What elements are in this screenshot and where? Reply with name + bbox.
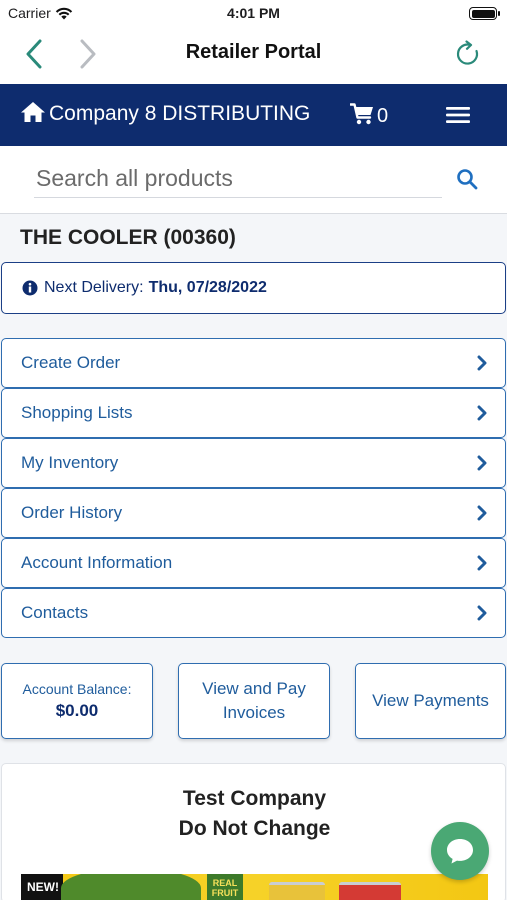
leaf-graphic [61, 874, 201, 900]
next-delivery-banner: Next Delivery: Thu, 07/28/2022 [1, 262, 506, 314]
menu-item-label: Order History [21, 503, 123, 522]
account-balance-value: $0.00 [55, 701, 99, 720]
delivery-label: Next Delivery: [44, 279, 144, 296]
chevron-right-icon [477, 355, 487, 371]
account-balance-tile[interactable]: Account Balance: $0.00 [1, 663, 153, 739]
new-badge: NEW! [21, 874, 63, 900]
cart-icon [349, 103, 373, 125]
brand-logo-line1: REAL [212, 878, 238, 888]
menu-item-contacts[interactable]: Contacts [1, 588, 506, 638]
chevron-right-icon [477, 555, 487, 571]
product-can-yellow [269, 882, 325, 900]
company-header: Company 8 DISTRIBUTING 0 [0, 84, 507, 146]
main-menu: Create Order Shopping Lists My Inventory… [1, 338, 506, 638]
search-bar [0, 146, 507, 214]
home-button[interactable] [20, 101, 46, 128]
menu-item-order-history[interactable]: Order History [1, 488, 506, 538]
delivery-date: Thu, 07/28/2022 [148, 279, 267, 296]
menu-item-label: Account Information [21, 553, 173, 572]
page-title: Retailer Portal [185, 41, 322, 63]
refresh-icon [456, 40, 479, 65]
company-name: Company 8 DISTRIBUTING [49, 102, 311, 125]
menu-item-my-inventory[interactable]: My Inventory [1, 438, 506, 488]
search-button[interactable] [456, 168, 478, 195]
hamburger-icon [446, 107, 470, 123]
battery-icon [469, 7, 500, 20]
product-can-red [339, 882, 401, 900]
chevron-right-icon [477, 455, 487, 471]
brand-logo: REAL FRUIT [207, 874, 243, 900]
refresh-button[interactable] [448, 34, 488, 74]
menu-item-account-information[interactable]: Account Information [1, 538, 506, 588]
chat-bubble-icon [447, 839, 473, 864]
view-payments-label: View Payments [372, 691, 489, 710]
clock: 4:01 PM [227, 5, 280, 21]
home-icon [21, 102, 45, 122]
navigation-bar: Retailer Portal [0, 28, 507, 84]
account-balance-label: Account Balance: [22, 681, 132, 697]
chevron-right-icon [477, 605, 487, 621]
chevron-right-icon [477, 405, 487, 421]
cart-button[interactable] [349, 103, 374, 130]
invoices-label-line2: Invoices [222, 703, 286, 722]
company-card-subtitle: Do Not Change [178, 817, 331, 840]
menu-item-create-order[interactable]: Create Order [1, 338, 506, 388]
brand-logo-line2: FRUIT [211, 888, 239, 898]
store-name: THE COOLER (00360) [20, 226, 236, 249]
company-card-title: Test Company [182, 787, 327, 810]
menu-item-label: Create Order [21, 353, 121, 372]
chevron-right-icon [477, 505, 487, 521]
menu-item-label: Shopping Lists [21, 403, 133, 422]
cart-count: 0 [377, 105, 389, 127]
promo-banner-image[interactable]: NEW! REAL FRUIT [21, 874, 488, 900]
view-pay-invoices-button[interactable]: View and Pay Invoices [178, 663, 330, 739]
invoices-label-line1: View and Pay [202, 679, 306, 698]
hamburger-menu-button[interactable] [446, 106, 470, 129]
view-payments-button[interactable]: View Payments [355, 663, 506, 739]
company-card: Test Company Do Not Change NEW! REAL FRU… [1, 763, 506, 900]
search-icon [457, 169, 478, 190]
info-icon [22, 280, 38, 296]
search-input[interactable] [34, 160, 442, 198]
menu-item-label: My Inventory [21, 453, 119, 472]
menu-item-shopping-lists[interactable]: Shopping Lists [1, 388, 506, 438]
menu-item-label: Contacts [21, 603, 89, 622]
chat-button[interactable] [431, 822, 489, 880]
status-bar: Carrier 4:01 PM [0, 0, 507, 28]
